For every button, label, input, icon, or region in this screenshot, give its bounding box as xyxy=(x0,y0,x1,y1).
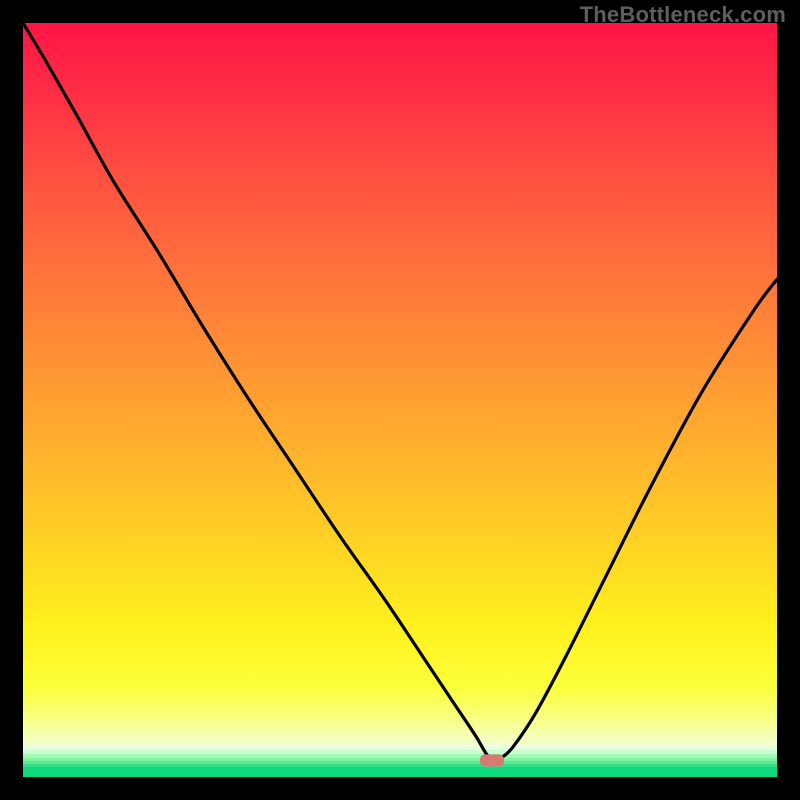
bottleneck-curve-line xyxy=(23,23,777,761)
plot-area xyxy=(23,23,777,777)
watermark-text: TheBottleneck.com xyxy=(580,2,786,28)
curve-svg xyxy=(23,23,777,777)
chart-frame: TheBottleneck.com xyxy=(0,0,800,800)
minimum-marker xyxy=(480,754,504,766)
